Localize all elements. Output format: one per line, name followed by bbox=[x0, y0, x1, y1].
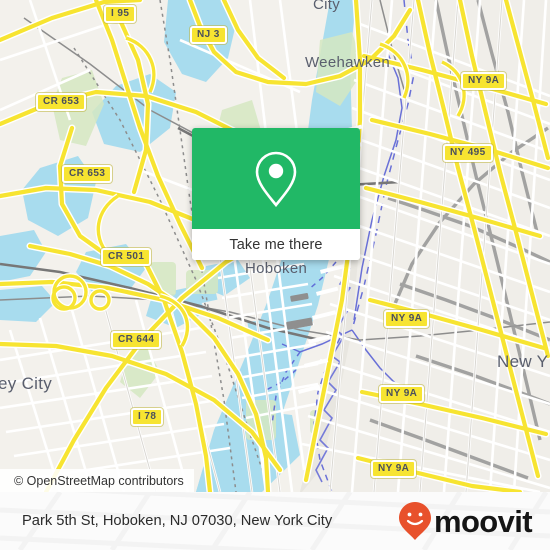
moovit-smiley-pin-icon bbox=[398, 502, 431, 540]
map-pin-icon bbox=[255, 151, 297, 207]
location-popup-card[interactable]: Take me there bbox=[192, 128, 360, 260]
osm-attribution[interactable]: © OpenStreetMap contributors bbox=[0, 469, 194, 492]
popup-header bbox=[192, 128, 360, 229]
take-me-there-button[interactable]: Take me there bbox=[192, 229, 360, 260]
footer-address-text: Park 5th St, Hoboken, NJ 07030, New York… bbox=[22, 513, 333, 529]
footer-bar: Park 5th St, Hoboken, NJ 07030, New York… bbox=[0, 492, 550, 550]
map-screenshot-root: City Weehawken Hoboken ey City New Y I 9… bbox=[0, 0, 550, 550]
moovit-wordmark: moovit bbox=[433, 503, 533, 539]
moovit-logo: moovit bbox=[398, 501, 533, 541]
osm-attribution-text: © OpenStreetMap contributors bbox=[14, 473, 184, 488]
take-me-there-label: Take me there bbox=[229, 236, 323, 253]
